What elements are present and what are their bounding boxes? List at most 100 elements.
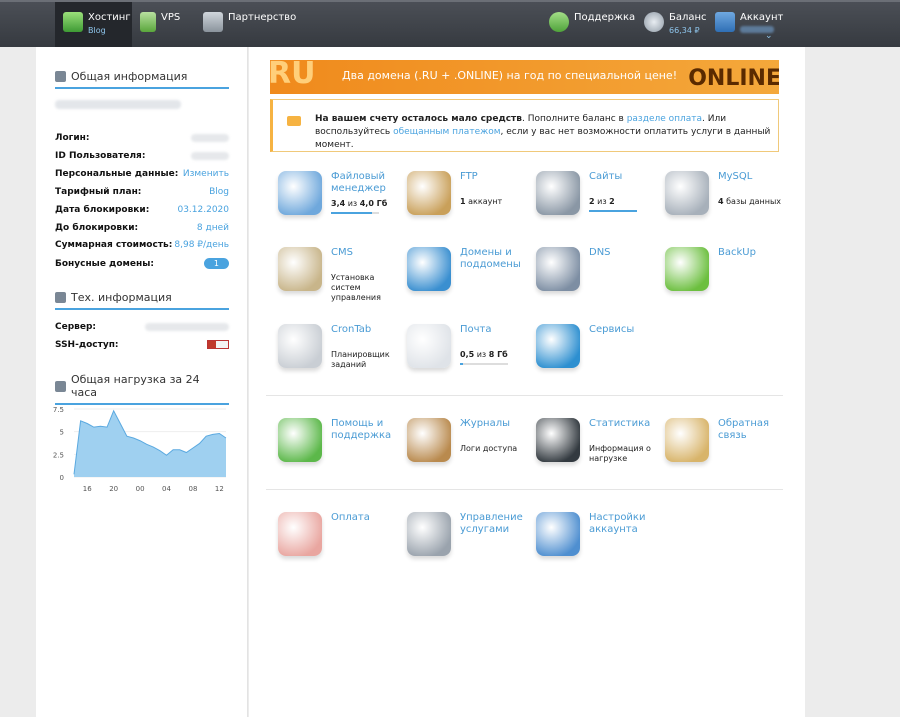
row-ssh-key: SSH-доступ: <box>55 339 119 350</box>
usage-separator: из <box>474 350 489 359</box>
service-tile-name[interactable]: FTP <box>460 171 530 183</box>
load-title-text: Общая нагрузка за 24 часа <box>70 373 200 399</box>
building-icon <box>55 71 66 82</box>
service-tile[interactable]: Управление услугами <box>401 512 529 572</box>
row-until-block-value: 8 дней <box>196 222 229 233</box>
chart-x-tick-label: 20 <box>109 485 118 493</box>
row-block-date-key: Дата блокировки: <box>55 204 150 215</box>
usage-progress-bar <box>331 212 379 214</box>
nav-vps[interactable]: VPS <box>140 2 180 47</box>
service-tile[interactable]: Сервисы <box>530 324 658 384</box>
service-tile-name[interactable]: Сайты <box>589 171 659 183</box>
service-tile-name[interactable]: DNS <box>589 247 659 259</box>
cms-icon <box>278 247 322 291</box>
service-tile-name[interactable]: Помощь и поддержка <box>331 418 401 442</box>
crontab-icon <box>278 324 322 368</box>
service-tile[interactable]: Оплата <box>272 512 400 572</box>
service-tile-name[interactable]: Обратная связь <box>718 418 788 442</box>
grid-divider <box>266 395 783 396</box>
help-icon <box>278 418 322 462</box>
statistics-icon <box>536 418 580 462</box>
partner-icon <box>203 12 223 32</box>
chart-y-tick-label: 5 <box>60 429 64 437</box>
row-server-key: Сервер: <box>55 321 96 332</box>
feedback-icon <box>665 418 709 462</box>
service-tile[interactable]: Журналы Логи доступа <box>401 418 529 478</box>
nav-balance-label: Баланс <box>669 12 707 23</box>
service-tile[interactable]: CronTab Планировщик заданий <box>272 324 400 384</box>
service-tile[interactable]: Помощь и поддержка <box>272 418 400 478</box>
service-tile-name[interactable]: Почта <box>460 324 530 336</box>
service-tile-name[interactable]: Журналы <box>460 418 530 430</box>
row-until-block: До блокировки: 8 дней <box>55 220 229 235</box>
general-info-title-text: Общая информация <box>71 70 188 83</box>
usage-limit: 2 <box>609 197 615 206</box>
service-tile-name[interactable]: Файловый менеджер <box>331 171 401 195</box>
row-total-cost-key: Суммарная стоимость: <box>55 239 173 250</box>
service-tile-name[interactable]: CronTab <box>331 324 401 336</box>
chart-x-tick-label: 16 <box>83 485 92 493</box>
row-total-cost: Суммарная стоимость: 8,98 ₽/день <box>55 237 229 252</box>
service-tile[interactable]: CMS Установка систем управления <box>272 247 400 307</box>
nav-partner-label: Партнерство <box>228 12 297 23</box>
service-tile[interactable]: Сайты 2 из 2 <box>530 171 658 231</box>
ssh-toggle[interactable] <box>207 340 229 349</box>
chart-y-tick-label: 7.5 <box>53 406 64 414</box>
service-tile-name[interactable]: Управление услугами <box>460 512 530 536</box>
service-tile-name[interactable]: Настройки аккаунта <box>589 512 659 536</box>
row-bonus-domains-key: Бонусные домены: <box>55 258 154 269</box>
user-id-value-hidden <box>191 151 229 160</box>
row-tariff: Тарифный план: Blog <box>55 184 229 199</box>
service-tile[interactable]: Файловый менеджер 3,4 из 4,0 Гб <box>272 171 400 231</box>
mysql-icon <box>665 171 709 215</box>
service-tile-name[interactable]: MySQL <box>718 171 788 183</box>
service-tile[interactable]: Домены и поддомены <box>401 247 529 307</box>
service-tile[interactable]: Статистика Информация о нагрузке <box>530 418 658 478</box>
service-tile-name[interactable]: Сервисы <box>589 324 659 336</box>
edit-personal-data-link[interactable]: Изменить <box>183 169 229 179</box>
backup-icon <box>665 247 709 291</box>
chart-icon <box>55 380 66 392</box>
row-login-key: Логин: <box>55 132 90 143</box>
service-tile[interactable]: MySQL 4 базы данных <box>659 171 787 231</box>
chart-x-tick-label: 08 <box>188 485 197 493</box>
row-tariff-key: Тарифный план: <box>55 186 142 197</box>
row-block-date: Дата блокировки: 03.12.2020 <box>55 202 229 217</box>
usage-progress-fill <box>460 363 463 365</box>
banner-text: Два домена (.RU + .ONLINE) на год по спе… <box>342 69 678 82</box>
chart-x-tick-label: 04 <box>162 485 171 493</box>
dns-icon <box>536 247 580 291</box>
service-tile-desc: Планировщик заданий <box>331 350 390 369</box>
nav-support[interactable]: Поддержка <box>549 2 635 47</box>
promo-banner[interactable]: RU Два домена (.RU + .ONLINE) на год по … <box>270 60 779 94</box>
usage-separator: из <box>345 199 360 208</box>
bonus-domains-badge[interactable]: 1 <box>203 258 229 269</box>
service-tile-name[interactable]: Домены и поддомены <box>460 247 530 271</box>
account-card-icon <box>715 12 735 32</box>
service-tile-name[interactable]: BackUp <box>718 247 788 259</box>
service-tile[interactable]: Настройки аккаунта <box>530 512 658 572</box>
service-tile-usage: 0,5 из 8 Гб <box>460 350 530 360</box>
service-tile-name[interactable]: Оплата <box>331 512 401 524</box>
nav-hosting[interactable]: Хостинг Blog <box>55 2 132 47</box>
nav-account[interactable]: Аккаунт ⌄ <box>715 2 783 47</box>
nav-balance[interactable]: Баланс 66,34 ₽ <box>644 2 707 47</box>
row-login: Логин: <box>55 130 229 145</box>
service-tile[interactable]: Обратная связь <box>659 418 787 478</box>
row-user-id: ID Пользователя: <box>55 148 229 163</box>
service-tile-desc: Установка систем управления <box>331 273 381 302</box>
service-tile-name[interactable]: Статистика <box>589 418 659 430</box>
tariff-link[interactable]: Blog <box>209 187 229 197</box>
service-tile[interactable]: Почта 0,5 из 8 Гб <box>401 324 529 384</box>
general-info-title: Общая информация <box>55 70 229 89</box>
nav-partner[interactable]: Партнерство <box>203 2 296 47</box>
payment-section-link[interactable]: разделе оплата <box>627 114 702 124</box>
promised-payment-link[interactable]: обещанным платежом <box>393 127 500 137</box>
service-tile[interactable]: BackUp <box>659 247 787 307</box>
main-content: RU Два домена (.RU + .ONLINE) на год по … <box>249 47 805 717</box>
service-tile[interactable]: DNS <box>530 247 658 307</box>
row-block-date-value: 03.12.2020 <box>177 204 229 215</box>
service-tile-name[interactable]: CMS <box>331 247 401 259</box>
services-manage-icon <box>407 512 451 556</box>
service-tile[interactable]: FTP 1 аккаунт <box>401 171 529 231</box>
